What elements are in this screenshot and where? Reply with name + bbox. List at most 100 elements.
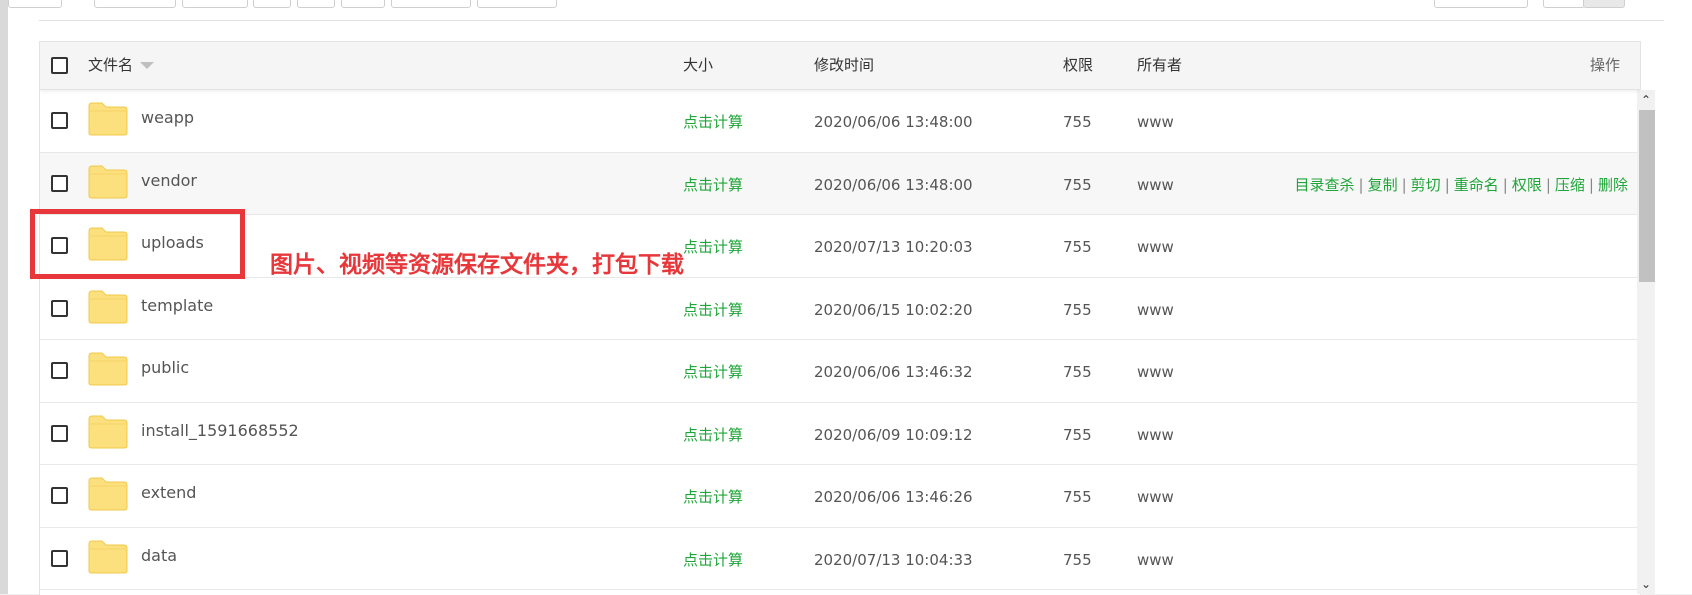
table-row[interactable]: extend 点击计算 2020/06/06 13:46:26 755 www bbox=[40, 465, 1640, 528]
folder-icon bbox=[88, 540, 128, 573]
row-checkbox[interactable] bbox=[51, 112, 68, 129]
action-compress[interactable]: 压缩 bbox=[1555, 176, 1585, 194]
owner-value: www bbox=[1137, 238, 1174, 256]
folder-icon bbox=[88, 415, 128, 448]
file-name[interactable]: weapp bbox=[141, 87, 194, 149]
toolbar-divider bbox=[39, 20, 1664, 21]
size-calc-link[interactable]: 点击计算 bbox=[683, 529, 743, 591]
view-toggle-grid[interactable] bbox=[1583, 0, 1625, 8]
size-calc-link[interactable]: 点击计算 bbox=[683, 466, 743, 528]
header-modified: 修改时间 bbox=[814, 56, 875, 74]
table-row[interactable]: public 点击计算 2020/06/06 13:46:32 755 www bbox=[40, 340, 1640, 403]
action-separator: | bbox=[1588, 175, 1594, 194]
modified-time: 2020/07/13 10:20:03 bbox=[814, 238, 973, 256]
header-name[interactable]: 文件名 bbox=[88, 42, 155, 89]
folder-icon bbox=[88, 352, 128, 386]
owner-value: www bbox=[1137, 300, 1174, 319]
owner-value: www bbox=[1137, 550, 1174, 569]
row-checkbox[interactable] bbox=[51, 549, 68, 567]
folder-icon bbox=[88, 165, 128, 198]
action-permission[interactable]: 权限 bbox=[1512, 176, 1542, 194]
header-actions: 操作 bbox=[1589, 56, 1620, 74]
modified-time: 2020/06/06 13:48:00 bbox=[814, 113, 973, 131]
table-row[interactable]: vendor 点击计算 2020/06/06 13:48:00 755 www … bbox=[40, 150, 1640, 216]
header-permission: 权限 bbox=[1063, 56, 1094, 74]
action-cut[interactable]: 剪切 bbox=[1411, 176, 1441, 194]
modified-time: 2020/06/09 10:09:12 bbox=[814, 425, 973, 444]
file-name[interactable]: data bbox=[141, 525, 177, 587]
toolbar-button[interactable] bbox=[341, 0, 385, 8]
view-toggle-list[interactable] bbox=[1543, 0, 1585, 8]
owner-value: www bbox=[1137, 113, 1174, 131]
annotation-highlight-box bbox=[30, 209, 245, 279]
header-size: 大小 bbox=[683, 56, 714, 74]
scroll-up-arrow-icon[interactable]: ⌃ bbox=[1641, 93, 1651, 107]
modified-time: 2020/06/06 13:48:00 bbox=[814, 175, 973, 194]
permission-value: 755 bbox=[1063, 300, 1092, 319]
scrollbar-thumb[interactable] bbox=[1639, 110, 1655, 282]
size-calc-link[interactable]: 点击计算 bbox=[683, 216, 743, 278]
header-name-label: 文件名 bbox=[88, 56, 134, 74]
action-separator: | bbox=[1502, 175, 1508, 194]
file-name[interactable]: install_1591668552 bbox=[141, 400, 299, 462]
table-row[interactable]: weapp 点击计算 2020/06/06 13:48:00 755 www bbox=[40, 90, 1640, 153]
toolbar-button[interactable] bbox=[253, 0, 291, 8]
row-checkbox[interactable] bbox=[51, 487, 68, 504]
file-name[interactable]: vendor bbox=[141, 150, 197, 212]
action-rename[interactable]: 重命名 bbox=[1454, 176, 1499, 194]
row-checkbox[interactable] bbox=[51, 424, 68, 442]
action-copy[interactable]: 复制 bbox=[1368, 176, 1398, 194]
size-calc-link[interactable]: 点击计算 bbox=[683, 404, 743, 466]
table-body: weapp 点击计算 2020/06/06 13:48:00 755 www v… bbox=[40, 90, 1640, 595]
permission-value: 755 bbox=[1063, 113, 1092, 131]
folder-icon bbox=[88, 102, 128, 136]
modified-time: 2020/06/15 10:02:20 bbox=[814, 300, 973, 319]
table-header: 文件名 大小 修改时间 权限 所有者 操作 bbox=[40, 42, 1640, 90]
owner-value: www bbox=[1137, 488, 1174, 506]
table-row[interactable]: install_1591668552 点击计算 2020/06/09 10:09… bbox=[40, 400, 1640, 466]
action-scan-dir[interactable]: 目录查杀 bbox=[1295, 176, 1355, 194]
row-checkbox[interactable] bbox=[51, 299, 68, 317]
sort-caret-icon[interactable] bbox=[140, 62, 155, 69]
row-checkbox[interactable] bbox=[51, 174, 68, 192]
select-all-checkbox[interactable] bbox=[51, 57, 68, 74]
permission-value: 755 bbox=[1063, 363, 1092, 381]
action-separator: | bbox=[1444, 175, 1450, 194]
table-row[interactable]: template 点击计算 2020/06/15 10:02:20 755 ww… bbox=[40, 275, 1640, 341]
action-separator: | bbox=[1358, 175, 1364, 194]
permission-value: 755 bbox=[1063, 425, 1092, 444]
header-owner: 所有者 bbox=[1137, 56, 1183, 74]
toolbar-button[interactable] bbox=[182, 0, 248, 8]
permission-value: 755 bbox=[1063, 175, 1092, 194]
modified-time: 2020/06/06 13:46:32 bbox=[814, 363, 973, 381]
permission-value: 755 bbox=[1063, 238, 1092, 256]
file-name[interactable]: template bbox=[141, 275, 213, 337]
owner-value: www bbox=[1137, 175, 1174, 194]
permission-value: 755 bbox=[1063, 550, 1092, 569]
file-name[interactable]: public bbox=[141, 337, 189, 399]
row-actions: 目录查杀 | 复制 | 剪切 | 重命名 | 权限 | 压缩 | 删除 bbox=[1295, 154, 1628, 216]
action-separator: | bbox=[1545, 175, 1551, 194]
toolbar-button[interactable] bbox=[8, 0, 62, 8]
toolbar-button[interactable] bbox=[391, 0, 471, 8]
modified-time: 2020/06/06 13:46:26 bbox=[814, 488, 973, 506]
toolbar-button[interactable] bbox=[94, 0, 176, 8]
action-delete[interactable]: 删除 bbox=[1598, 176, 1628, 194]
owner-value: www bbox=[1137, 425, 1174, 444]
table-row[interactable]: data 点击计算 2020/07/13 10:04:33 755 www bbox=[40, 525, 1640, 591]
size-calc-link[interactable]: 点击计算 bbox=[683, 154, 743, 216]
size-calc-link[interactable]: 点击计算 bbox=[683, 91, 743, 153]
owner-value: www bbox=[1137, 363, 1174, 381]
row-checkbox[interactable] bbox=[51, 362, 68, 379]
toolbar-button[interactable] bbox=[297, 0, 335, 8]
modified-time: 2020/07/13 10:04:33 bbox=[814, 550, 973, 569]
toolbar-search[interactable] bbox=[1434, 0, 1528, 8]
file-table: 文件名 大小 修改时间 权限 所有者 操作 weapp 点击计算 2020/06… bbox=[39, 41, 1641, 595]
folder-icon bbox=[88, 477, 128, 511]
size-calc-link[interactable]: 点击计算 bbox=[683, 341, 743, 403]
scroll-down-arrow-icon[interactable]: ⌄ bbox=[1641, 577, 1651, 591]
file-name[interactable]: extend bbox=[141, 462, 196, 524]
toolbar-button[interactable] bbox=[477, 0, 557, 8]
annotation-text: 图片、视频等资源保存文件夹，打包下载 bbox=[270, 252, 684, 278]
size-calc-link[interactable]: 点击计算 bbox=[683, 279, 743, 341]
